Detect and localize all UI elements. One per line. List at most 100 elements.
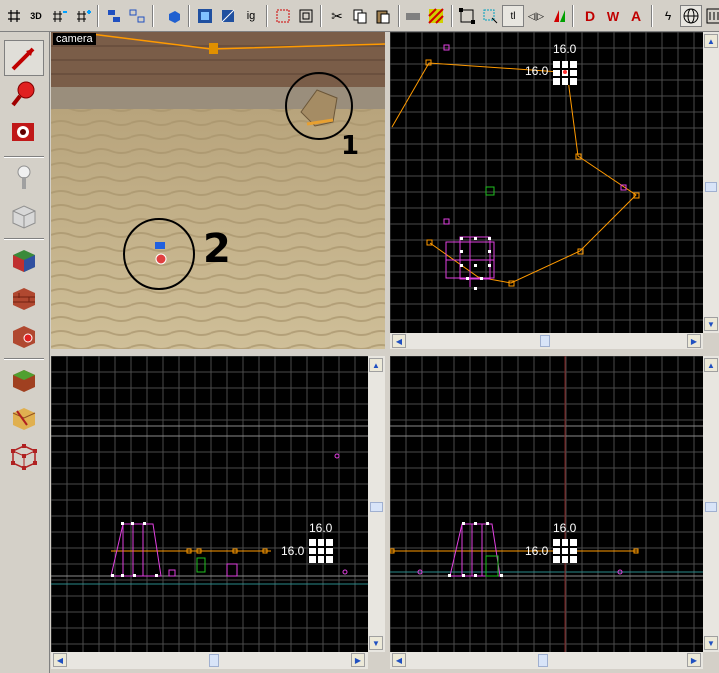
- decal-tool[interactable]: [4, 318, 44, 354]
- scroll-up-button[interactable]: ▲: [369, 358, 383, 372]
- top-view-vertical-scrollbar[interactable]: ▲ ▼: [703, 32, 719, 333]
- selection-show-button[interactable]: [194, 5, 216, 27]
- draw-w-button[interactable]: W: [602, 5, 624, 27]
- side-2d-viewport[interactable]: [51, 356, 368, 652]
- scroll-thumb[interactable]: [705, 502, 717, 512]
- flip-horizontal-button[interactable]: ◁|▷: [525, 5, 547, 27]
- hide-selection-icon: [221, 9, 235, 23]
- draw-a-button[interactable]: A: [625, 5, 647, 27]
- larger-grid-icon: [77, 10, 91, 22]
- ignore-groups-icon: ig: [246, 10, 256, 22]
- toolbar-separator: [266, 5, 268, 27]
- annotation-number-1: 1: [341, 131, 359, 161]
- camera-icon: [12, 123, 34, 141]
- camera-tool[interactable]: [4, 114, 44, 150]
- scroll-thumb[interactable]: [209, 654, 219, 667]
- entity-tool[interactable]: [4, 160, 44, 196]
- scroll-thumb[interactable]: [370, 502, 383, 512]
- scroll-down-button[interactable]: ▼: [704, 636, 718, 650]
- clip-cube-icon: [12, 408, 36, 430]
- cordon-button[interactable]: [402, 5, 424, 27]
- smaller-grid-icon: [53, 11, 67, 22]
- side-view-grid: [51, 356, 368, 652]
- toolbar-separator: [398, 5, 400, 27]
- block-tool[interactable]: [4, 198, 44, 234]
- ungroup-icon: [129, 9, 145, 23]
- entity-sprite[interactable]: [155, 242, 165, 249]
- larger-grid-button[interactable]: [72, 5, 94, 27]
- tool-separator: [4, 358, 44, 360]
- vertex-tool[interactable]: [4, 438, 44, 474]
- grid-lines: [51, 356, 368, 652]
- carve-button[interactable]: [272, 5, 294, 27]
- magnify-tool[interactable]: [4, 76, 44, 112]
- vertex-cube-icon: [11, 444, 37, 470]
- toolbar-separator: [152, 5, 154, 27]
- overlay-tool[interactable]: [4, 362, 44, 398]
- cordon-icon: [406, 13, 420, 20]
- brick-cube-icon: [13, 288, 35, 310]
- texture-tool[interactable]: [4, 242, 44, 278]
- decal-cube-icon: [13, 326, 35, 348]
- scroll-thumb[interactable]: [538, 654, 548, 667]
- scroll-left-button[interactable]: ◀: [392, 334, 406, 348]
- texture-lock-button[interactable]: [425, 5, 447, 27]
- side-view-horizontal-scrollbar[interactable]: ◀ ▶: [51, 652, 368, 669]
- 3d-grid-button[interactable]: 3D: [25, 5, 47, 27]
- pointer-arrow-icon: [11, 47, 35, 71]
- side-view-vertical-scrollbar[interactable]: ▲ ▼: [368, 356, 385, 652]
- scroll-corner: [703, 333, 719, 349]
- top-view-horizontal-scrollbar[interactable]: ◀ ▶: [390, 333, 703, 349]
- texture-lock-toggle[interactable]: tl: [502, 5, 524, 27]
- camera-label: camera: [53, 33, 96, 45]
- grid-toggle-button[interactable]: [3, 5, 25, 27]
- ungroup-button[interactable]: [126, 5, 148, 27]
- scroll-corner: [368, 652, 385, 669]
- front-view-horizontal-scrollbar[interactable]: ◀ ▶: [390, 652, 703, 669]
- bounds-button[interactable]: [456, 5, 478, 27]
- clip-tool[interactable]: [4, 400, 44, 436]
- apply-texture-tool[interactable]: [4, 280, 44, 316]
- select-icon: [483, 9, 498, 24]
- toggle-lighting-button[interactable]: ϟ: [657, 5, 679, 27]
- ignore-groups-button[interactable]: ig: [240, 5, 262, 27]
- hide-button[interactable]: [163, 5, 185, 27]
- cut-button[interactable]: ✂: [326, 5, 348, 27]
- scroll-up-button[interactable]: ▲: [704, 358, 718, 372]
- select-button[interactable]: [479, 5, 501, 27]
- scroll-corner: [703, 652, 719, 669]
- scroll-down-button[interactable]: ▼: [704, 317, 718, 331]
- texture-browser-button[interactable]: [703, 5, 719, 27]
- scroll-left-button[interactable]: ◀: [392, 653, 406, 667]
- scroll-left-button[interactable]: ◀: [53, 653, 67, 667]
- flip-vertical-button[interactable]: [548, 5, 570, 27]
- smaller-grid-button[interactable]: [48, 5, 70, 27]
- flip-vertical-icon: [554, 10, 565, 22]
- hollow-icon: [299, 9, 313, 23]
- scroll-right-button[interactable]: ▶: [351, 653, 365, 667]
- draw-d-button[interactable]: D: [579, 5, 601, 27]
- paste-button[interactable]: [372, 5, 394, 27]
- scroll-up-button[interactable]: ▲: [704, 34, 718, 48]
- texture-lock-text-icon: tl: [510, 10, 516, 22]
- scroll-down-button[interactable]: ▼: [369, 636, 383, 650]
- paste-icon: [376, 10, 390, 24]
- toolbar-separator: [320, 5, 322, 27]
- front-view-vertical-scrollbar[interactable]: ▲ ▼: [703, 356, 719, 652]
- copy-button[interactable]: [349, 5, 371, 27]
- hollow-button[interactable]: [295, 5, 317, 27]
- group-button[interactable]: [103, 5, 125, 27]
- front-2d-viewport[interactable]: [390, 356, 703, 652]
- selection-hide-button[interactable]: [217, 5, 239, 27]
- texture-apply-button[interactable]: [680, 5, 702, 27]
- path-node[interactable]: [209, 43, 218, 54]
- scroll-thumb[interactable]: [540, 335, 550, 347]
- scroll-right-button[interactable]: ▶: [687, 334, 701, 348]
- top-2d-viewport[interactable]: [390, 32, 703, 333]
- camera-viewport[interactable]: 1 2 camera: [51, 32, 385, 349]
- scroll-right-button[interactable]: ▶: [687, 653, 701, 667]
- scroll-thumb[interactable]: [705, 182, 717, 192]
- entity-lamp-icon: [17, 165, 31, 189]
- draw-d-icon: D: [584, 8, 596, 24]
- selection-tool[interactable]: [4, 40, 44, 76]
